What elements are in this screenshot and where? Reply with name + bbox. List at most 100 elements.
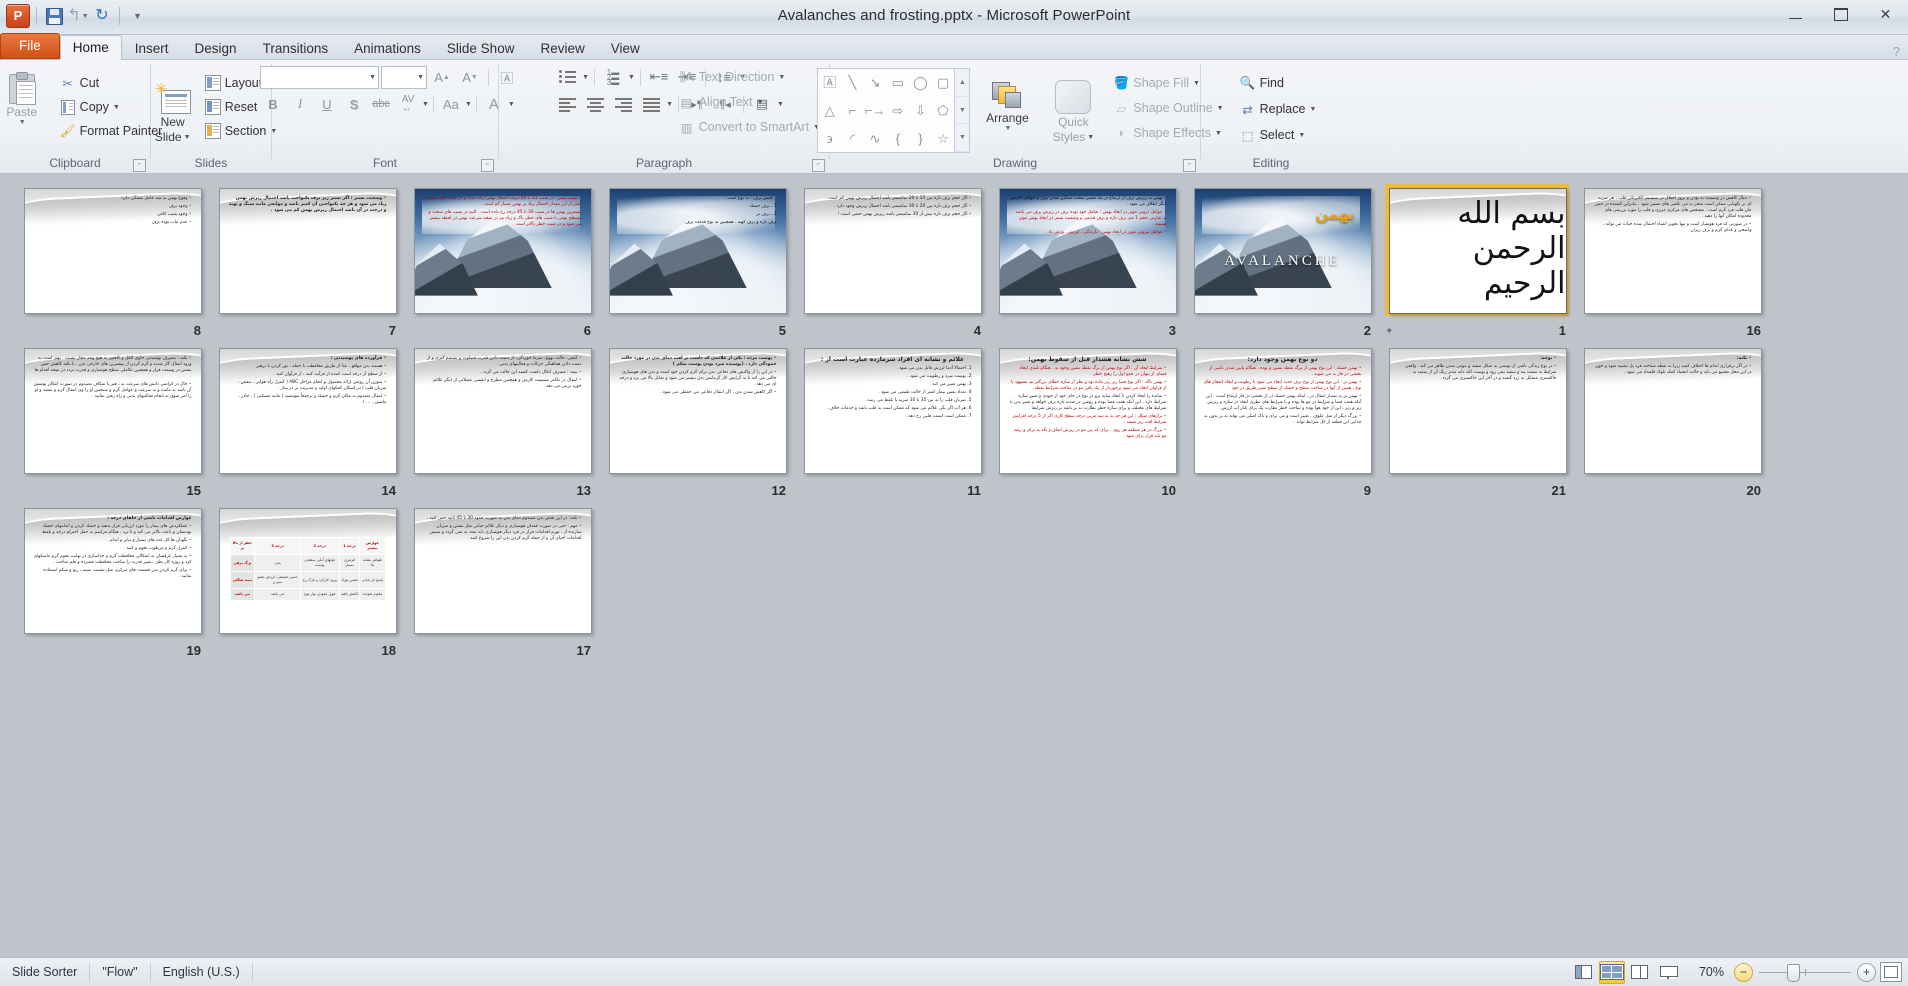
shape-block-arrow-right-icon[interactable]: ⇨ xyxy=(892,104,903,117)
slide-thumbnail-frame[interactable]: نکته : مصرف نوشیدنی حاوی الکل و کافئین ب… xyxy=(23,348,202,474)
restore-button[interactable] xyxy=(1818,2,1863,26)
slide-canvas[interactable]: دو نوع بهمن وجود دارد: بهمن خشک : این نوع… xyxy=(1193,348,1372,474)
quick-styles-button[interactable]: Quick Styles ▼ xyxy=(1044,80,1102,144)
grow-font-button[interactable]: A ▲ xyxy=(429,67,455,89)
slide-thumbnail-frame[interactable]: توجه: در نوع زندگی ناشی از بوستی به شکل س… xyxy=(1388,348,1567,474)
clipboard-dialog-launcher[interactable]: ⌐ xyxy=(133,159,146,172)
shape-oval-icon[interactable]: ◯ xyxy=(913,76,928,89)
shape-textbox-icon[interactable]: 🄰 xyxy=(823,76,836,89)
slide-thumbnail[interactable]: وضعیت بستر : اگر بستر زیر برف یکنواخت با… xyxy=(209,188,404,338)
bold-button[interactable]: B xyxy=(260,93,286,115)
slide-thumbnail-frame[interactable]: گیجی، حالت تهوع، سرما خوردگی، از دست داد… xyxy=(413,348,592,474)
slide-canvas[interactable]: فرآورده های پوشیدنی : هستند بدن مواقع ، غ… xyxy=(218,348,397,474)
view-switcher[interactable] xyxy=(1571,960,1689,984)
slide-thumbnail-frame[interactable]: بسم الله الرحمن الرحیم xyxy=(1384,184,1569,316)
shape-rounded-rect-icon[interactable]: ▢ xyxy=(937,76,949,89)
tab-file[interactable]: File xyxy=(0,33,60,59)
zoom-track[interactable] xyxy=(1759,963,1851,982)
shape-curve-icon[interactable]: ∿ xyxy=(870,132,881,145)
align-left-icon[interactable] xyxy=(554,93,580,115)
shape-block-arrow-down-icon[interactable]: ⇩ xyxy=(915,104,926,117)
font-dialog-launcher[interactable]: ⌐ xyxy=(481,159,494,172)
font-name-input[interactable]: ▼ xyxy=(260,66,379,89)
slide-canvas[interactable]: شیب بستر : در شیب 23 تا 60 درجه احتمال ب… xyxy=(413,188,592,314)
reading-view-button[interactable] xyxy=(1627,961,1653,984)
tab-slide-show[interactable]: Slide Show xyxy=(434,36,528,60)
slide-thumbnail[interactable]: دنبال کاهش در وضعیت بد بودن و بروز اختلا… xyxy=(1574,188,1769,338)
italic-button[interactable]: I xyxy=(287,93,313,115)
slide-thumbnail-frame[interactable]: بهمن به ریزش برف از ارتفاع در یک مسیر سخ… xyxy=(998,188,1177,314)
text-shadow-button[interactable]: S xyxy=(341,93,367,115)
decrease-indent-icon[interactable]: ⇤≡ xyxy=(646,66,672,88)
find-button[interactable]: 🔍 Find xyxy=(1237,72,1320,94)
slide-thumbnail[interactable]: گیجی، حالت تهوع، سرما خوردگی، از دست داد… xyxy=(404,348,599,498)
slide-thumbnail-frame[interactable]: شش نشانه هشدار قبل از سقوط بهمن: شرایط ای… xyxy=(998,348,1177,474)
tab-home[interactable]: Home xyxy=(59,35,122,60)
slide-thumbnail[interactable]: عوارض اقدامات ناشی از خلفای درجه : عملکرد… xyxy=(14,508,209,658)
slide-thumbnail[interactable]: اگر حجم برف تازه بین 15 تا 20 سانتیمتر ب… xyxy=(794,188,989,338)
character-spacing-button[interactable]: AV ↔ xyxy=(395,93,421,115)
shape-elbow-arrow-icon[interactable]: ⌐→ xyxy=(865,104,886,117)
paste-button[interactable]: Paste ▼ xyxy=(0,72,51,126)
slide-canvas[interactable]: AVALANCHE بهمن xyxy=(1193,188,1372,314)
tab-design[interactable]: Design xyxy=(182,36,250,60)
shrink-font-button[interactable]: A ▼ xyxy=(457,67,483,89)
shape-star-icon[interactable]: ☆ xyxy=(937,132,949,145)
slide-canvas[interactable]: بهمن به ریزش برف از ارتفاع در یک مسیر سخ… xyxy=(998,188,1177,314)
slide-thumbnail[interactable]: دو نوع بهمن وجود دارد: بهمن خشک : این نوع… xyxy=(1184,348,1379,498)
shapes-gallery[interactable]: 🄰 ╲ ↘ ▭ ◯ ▢ △ ⌐ ⌐→ ⇨ ⇩ ⬠ ϶ ◜ ∿ {} ☆ ▲ ▼… xyxy=(817,68,971,153)
align-right-icon[interactable] xyxy=(610,93,636,115)
help-icon[interactable]: ? xyxy=(1893,44,1908,59)
drawing-dialog-launcher[interactable]: ⌐ xyxy=(1183,159,1196,172)
slide-thumbnail-frame[interactable]: اگر حجم برف تازه بین 15 تا 20 سانتیمتر ب… xyxy=(803,188,982,314)
shape-arc-icon[interactable]: ◜ xyxy=(850,132,855,145)
shape-freeform-icon[interactable]: ϶ xyxy=(827,132,833,145)
slide-thumbnail[interactable]: عوارض بیشتر درجه 1 درجه 2 درجه 3 خطر از بالا… xyxy=(209,508,404,658)
slide-canvas[interactable]: جنس برف : به نوع است : 1 ـ برف خشک 2 ـ برف… xyxy=(608,188,787,314)
slide-canvas[interactable]: نکته : مصرف نوشیدنی حاوی الکل و کافئین ب… xyxy=(23,348,202,474)
slide-sorter-view-button[interactable] xyxy=(1598,960,1625,984)
slide-canvas[interactable]: نکته: در این بخش بدن مصدوم دمای بدن به ص… xyxy=(413,508,592,634)
slide-thumbnail-frame[interactable]: دنبال کاهش در وضعیت بد بودن و بروز اختلا… xyxy=(1583,188,1762,314)
zoom-in-button[interactable]: + xyxy=(1857,962,1876,982)
strikethrough-button[interactable]: abc xyxy=(368,93,394,115)
slide-thumbnail-frame[interactable]: AVALANCHE بهمن xyxy=(1193,188,1372,314)
slide-thumbnail[interactable]: شیب بستر : در شیب 23 تا 60 درجه احتمال ب… xyxy=(404,188,599,338)
slide-thumbnail-frame[interactable]: جنس برف : به نوع است : 1 ـ برف خشک 2 ـ برف… xyxy=(608,188,787,314)
slide-thumbnail[interactable]: بسم الله الرحمن الرحیم ✦ 1 xyxy=(1379,184,1574,338)
minimize-button[interactable] xyxy=(1773,2,1818,26)
slide-canvas[interactable]: نکته: در اگر برقراری اندام ها اختلاف کمید… xyxy=(1583,348,1762,474)
slide-thumbnail[interactable]: AVALANCHE بهمن 2 xyxy=(1184,188,1379,338)
slide-thumbnail[interactable]: نکته: در اگر برقراری اندام ها اختلاف کمید… xyxy=(1574,348,1769,498)
select-button[interactable]: ⬚ Select ▼ xyxy=(1237,124,1320,146)
slide-canvas[interactable]: اگر حجم برف تازه بین 15 تا 20 سانتیمتر ب… xyxy=(803,188,982,314)
slide-thumbnail-frame[interactable]: فرآورده های پوشیدنی : هستند بدن مواقع ، غ… xyxy=(218,348,397,474)
close-button[interactable]: ✕ xyxy=(1863,2,1908,26)
shape-left-brace-icon[interactable]: { xyxy=(896,132,900,145)
zoom-level-label[interactable]: 70% xyxy=(1689,965,1734,979)
zoom-slider[interactable]: − + xyxy=(1734,962,1876,982)
slide-canvas[interactable]: بسم الله الرحمن الرحیم xyxy=(1388,188,1567,314)
slide-sorter-pane[interactable]: وقوع بهمن به سه عامل بستگی دارد: وجود برف… xyxy=(0,174,1908,957)
new-slide-button[interactable]: ✳ New Slide ▼ xyxy=(148,82,198,144)
slide-thumbnail[interactable]: شش نشانه هشدار قبل از سقوط بهمن: شرایط ای… xyxy=(989,348,1184,498)
window-controls[interactable]: ✕ xyxy=(1773,0,1908,32)
slide-canvas[interactable]: عوارض اقدامات ناشی از خلفای درجه : عملکرد… xyxy=(23,508,202,634)
shape-rectangle-icon[interactable]: ▭ xyxy=(892,76,904,89)
ribbon-tabs[interactable]: File Home Insert Design Transitions Anim… xyxy=(0,33,1908,60)
shape-line-icon[interactable]: ╲ xyxy=(849,76,857,89)
tab-insert[interactable]: Insert xyxy=(122,36,182,60)
slide-canvas[interactable]: شش نشانه هشدار قبل از سقوط بهمن: شرایط ای… xyxy=(998,348,1177,474)
slide-thumbnail[interactable]: پوست مرده : یکی از علائمی که داشت بر افت… xyxy=(599,348,794,498)
arrange-button[interactable]: Arrange ▼ xyxy=(978,80,1036,132)
slide-thumbnail-frame[interactable]: عوارض اقدامات ناشی از خلفای درجه : عملکرد… xyxy=(23,508,202,634)
font-size-input[interactable]: ▼ xyxy=(381,66,427,89)
slide-thumbnail-frame[interactable]: عوارض بیشتر درجه 1 درجه 2 درجه 3 خطر از بالا… xyxy=(218,508,397,634)
slide-thumbnail[interactable]: توجه: در نوع زندگی ناشی از بوستی به شکل س… xyxy=(1379,348,1574,498)
normal-view-button[interactable] xyxy=(1571,961,1597,984)
animation-indicator-icon[interactable]: ✦ xyxy=(1385,326,1393,337)
gallery-more[interactable]: ▼ xyxy=(955,124,970,153)
zoom-out-button[interactable]: − xyxy=(1734,962,1753,982)
shape-arrow-icon[interactable]: ↘ xyxy=(870,76,881,89)
slide-canvas[interactable]: وقوع بهمن به سه عامل بستگی دارد: وجود برف… xyxy=(23,188,202,314)
